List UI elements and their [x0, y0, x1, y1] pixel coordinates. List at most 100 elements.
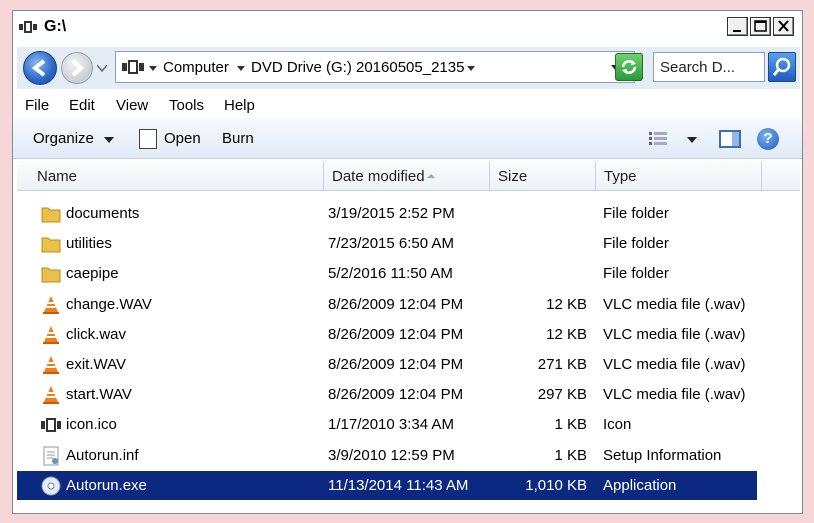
file-name: icon.ico: [66, 416, 117, 434]
window-title: G:\: [44, 18, 67, 35]
file-name: utilities: [66, 235, 112, 253]
file-date-modified: 11/13/2014 11:43 AM: [328, 476, 469, 494]
recent-pages-chevron-icon[interactable]: [97, 65, 107, 72]
setup-file-icon: [43, 446, 59, 466]
file-date-modified: 1/17/2010 3:34 AM: [328, 416, 454, 434]
open-button[interactable]: Open: [164, 130, 201, 147]
chevron-down-icon[interactable]: [237, 66, 245, 71]
file-row[interactable]: exit.WAV 8/26/2009 12:04 PM 271 KB VLC medi…: [17, 350, 757, 379]
title-bar[interactable]: G:\: [13, 11, 802, 43]
organize-button[interactable]: Organize: [33, 130, 94, 147]
file-size: 12 KB: [546, 295, 587, 313]
file-date-modified: 8/26/2009 12:04 PM: [328, 356, 464, 373]
folder-icon: [41, 237, 61, 253]
folder-icon: [41, 267, 61, 283]
file-type: Application: [603, 476, 677, 494]
forward-arrow-icon: [71, 59, 85, 77]
search-button[interactable]: [768, 52, 796, 82]
back-arrow-icon: [31, 59, 46, 77]
column-name[interactable]: Name: [17, 161, 324, 191]
file-type: VLC media file (.wav): [603, 325, 746, 343]
column-size[interactable]: Size: [490, 161, 596, 191]
file-row[interactable]: caepipe 5/2/2016 11:50 AM File folder: [17, 259, 757, 288]
file-size: 271 KB: [537, 356, 587, 373]
file-name: exit.WAV: [66, 356, 127, 373]
views-chevron-icon[interactable]: [687, 137, 697, 143]
file-date-modified: 3/19/2015 2:52 PM: [328, 205, 455, 222]
file-name: start.WAV: [66, 386, 132, 404]
views-icon[interactable]: [649, 131, 669, 147]
file-name: click.wav: [66, 325, 127, 343]
file-type: File folder: [603, 235, 669, 253]
vlc-cone-icon: [43, 295, 59, 314]
file-date-modified: 5/2/2016 11:50 AM: [328, 265, 453, 283]
file-date-modified: 8/26/2009 12:04 PM: [328, 325, 464, 343]
vlc-cone-icon: [43, 356, 59, 374]
file-type: VLC media file (.wav): [603, 356, 746, 373]
close-icon: [778, 20, 789, 32]
file-size: 1,010 KB: [525, 476, 587, 494]
file-type: Setup Information: [603, 446, 722, 464]
file-size: 297 KB: [537, 386, 587, 404]
close-button[interactable]: [773, 17, 794, 36]
breadcrumb-dvd-drive[interactable]: DVD Drive (G:) 20160505_2135: [251, 59, 464, 76]
maximize-button[interactable]: [750, 17, 771, 36]
vlc-cone-icon: [43, 325, 59, 344]
menu-tools[interactable]: Tools: [169, 97, 204, 114]
file-name: Autorun.inf: [66, 446, 139, 464]
maximize-icon: [754, 20, 767, 32]
file-date-modified: 8/26/2009 12:04 PM: [328, 386, 464, 404]
disc-app-icon: [41, 476, 61, 496]
file-name: change.WAV: [66, 295, 152, 313]
column-date-modified[interactable]: Date modified: [324, 161, 490, 191]
file-date-modified: 3/9/2010 12:59 PM: [328, 446, 455, 464]
file-row[interactable]: change.WAV 8/26/2009 12:04 PM 12 KB VLC med…: [17, 290, 757, 319]
search-icon: [772, 57, 791, 76]
menu-edit[interactable]: Edit: [69, 97, 95, 114]
file-row[interactable]: utilities 7/23/2015 6:50 AM File folder: [17, 229, 757, 258]
file-date-modified: 8/26/2009 12:04 PM: [328, 295, 464, 313]
address-row: Computer DVD Drive (G:) 20160505_2135 Se…: [17, 47, 800, 89]
organize-chevron-icon[interactable]: [104, 137, 114, 143]
breadcrumb-computer[interactable]: Computer: [163, 59, 229, 76]
forward-button[interactable]: [61, 52, 93, 84]
column-header: Name Date modified Size Type: [17, 161, 800, 191]
search-input[interactable]: Search D...: [653, 52, 765, 82]
file-name: caepipe: [66, 265, 119, 283]
chevron-down-icon[interactable]: [467, 66, 475, 71]
file-name: Autorun.exe: [66, 476, 147, 494]
file-type: File folder: [603, 265, 669, 283]
file-type: Icon: [603, 416, 632, 434]
file-row[interactable]: documents 3/19/2015 2:52 PM File folder: [17, 199, 757, 228]
menu-help[interactable]: Help: [224, 97, 255, 114]
drive-icon: [19, 21, 37, 33]
file-type: File folder: [603, 205, 669, 222]
burn-button[interactable]: Burn: [222, 130, 254, 147]
vlc-cone-icon: [43, 386, 59, 405]
drive-icon: [122, 60, 144, 74]
file-row[interactable]: Autorun.inf 3/9/2010 12:59 PM 1 KB Setup In…: [17, 441, 757, 470]
menu-view[interactable]: View: [116, 97, 148, 114]
file-row[interactable]: icon.ico 1/17/2010 3:34 AM 1 KB Icon: [17, 410, 757, 439]
file-row[interactable]: Autorun.exe 11/13/2014 11:43 AM 1,010 KB Ap…: [17, 470, 757, 500]
refresh-icon: [621, 60, 637, 74]
explorer-window: G:\ Computer DVD Drive (G:) 20160505_213…: [12, 10, 803, 514]
file-row[interactable]: click.wav 8/26/2009 12:04 PM 12 KB VLC medi…: [17, 320, 757, 349]
chevron-down-icon[interactable]: [149, 66, 157, 71]
menu-file[interactable]: File: [25, 97, 49, 114]
preview-pane-icon[interactable]: [719, 130, 741, 148]
file-size: 1 KB: [554, 446, 587, 464]
search-placeholder: Search D...: [660, 59, 736, 76]
folder-icon: [41, 207, 61, 223]
file-size: 12 KB: [546, 325, 587, 343]
file-row[interactable]: start.WAV 8/26/2009 12:04 PM 297 KB VLC med…: [17, 380, 757, 409]
minimize-button[interactable]: [727, 17, 748, 36]
address-bar[interactable]: Computer DVD Drive (G:) 20160505_2135: [115, 51, 635, 83]
file-date-modified: 7/23/2015 6:50 AM: [328, 235, 454, 253]
help-icon[interactable]: ?: [757, 128, 779, 150]
refresh-button[interactable]: [615, 53, 643, 81]
column-type[interactable]: Type: [596, 161, 762, 191]
file-type: VLC media file (.wav): [603, 295, 746, 313]
command-bar: Organize Open Burn ?: [13, 119, 802, 159]
back-button[interactable]: [23, 51, 57, 85]
